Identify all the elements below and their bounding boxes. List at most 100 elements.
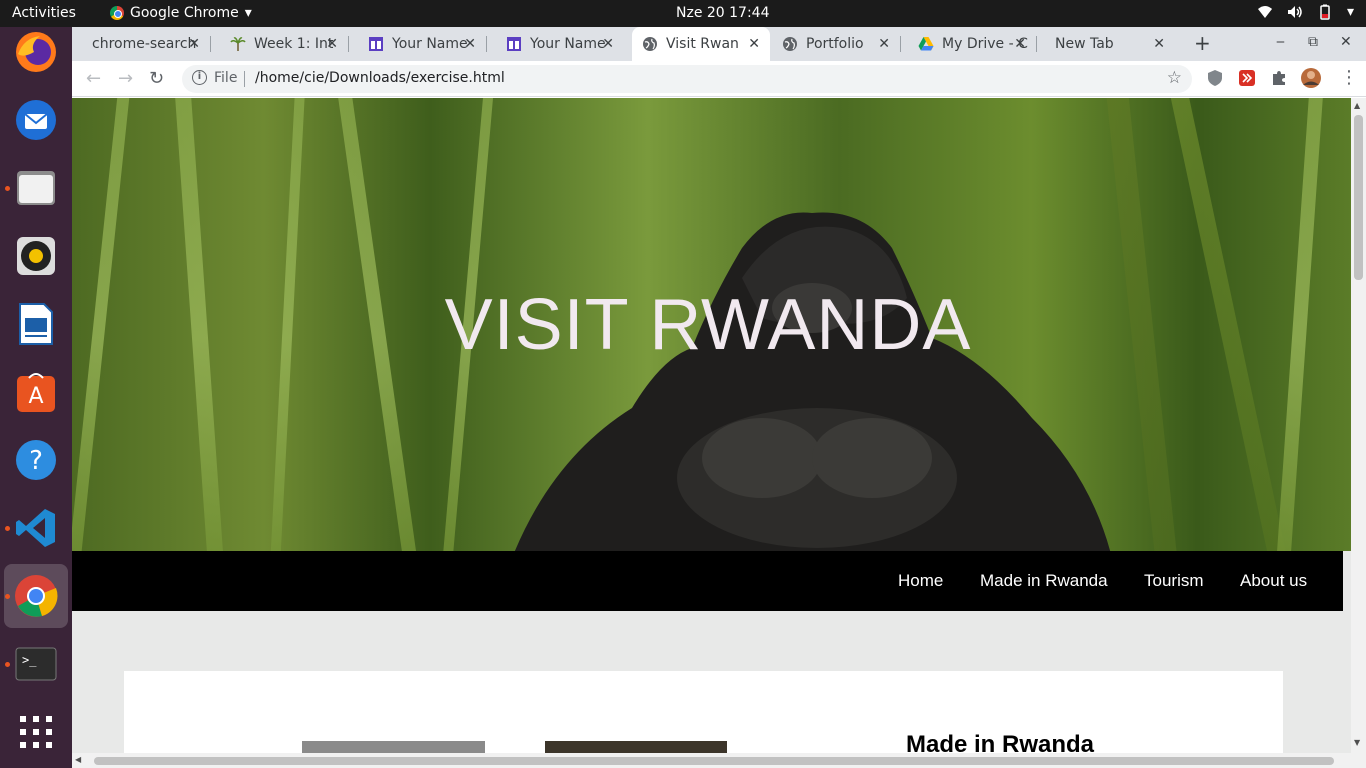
tab-visit-rwanda[interactable]: Visit Rwan ✕ <box>632 27 770 61</box>
drive-icon <box>918 37 934 51</box>
chrome-window: chrome-search ✕ Week 1: Int ✕ Your Name … <box>72 27 1366 768</box>
address-bar[interactable]: i File /home/cie/Downloads/exercise.html… <box>182 65 1192 93</box>
app-menu-label: Google Chrome <box>130 5 239 21</box>
url-text[interactable]: /home/cie/Downloads/exercise.html <box>255 70 505 86</box>
tab-divider <box>348 36 349 52</box>
close-icon[interactable]: ✕ <box>1153 36 1165 52</box>
close-icon[interactable]: ✕ <box>748 36 760 52</box>
nav-tourism-link[interactable]: Tourism <box>1144 571 1204 591</box>
tab-divider <box>900 36 901 52</box>
terminal-icon: >_ <box>15 647 57 681</box>
help-icon: ? <box>16 440 56 480</box>
minimize-button[interactable]: ‒ <box>1276 34 1285 50</box>
chrome-launcher[interactable] <box>11 571 61 621</box>
forward-button[interactable]: → <box>118 68 133 89</box>
close-icon[interactable]: ✕ <box>188 36 200 52</box>
nav-made-in-rwanda-link[interactable]: Made in Rwanda <box>980 571 1108 591</box>
help-launcher[interactable]: ? <box>11 435 61 485</box>
battery-icon <box>1320 4 1330 20</box>
volume-icon <box>1287 6 1302 18</box>
show-apps-icon <box>20 716 52 748</box>
vertical-scrollbar[interactable]: ▲ ▼ <box>1351 98 1366 768</box>
clock[interactable]: Nze 20 17:44 <box>676 5 770 21</box>
tab-divider <box>1036 36 1037 52</box>
running-indicator <box>5 526 10 531</box>
globe-icon <box>643 37 657 51</box>
terminal-launcher[interactable]: >_ <box>11 639 61 689</box>
scroll-down-arrow-icon[interactable]: ▼ <box>1354 738 1360 747</box>
running-indicator <box>5 594 10 599</box>
chrome-menu-button[interactable]: ⋮ <box>1340 67 1358 88</box>
tab-week1[interactable]: Week 1: Int ✕ <box>220 27 349 61</box>
running-indicator <box>5 186 10 191</box>
back-button[interactable]: ← <box>86 68 101 89</box>
firefox-icon <box>16 32 56 72</box>
tab-divider <box>486 36 487 52</box>
rhythmbox-icon <box>17 237 55 275</box>
thunderbird-icon <box>16 100 56 140</box>
vscode-launcher[interactable] <box>11 503 61 553</box>
files-launcher[interactable] <box>11 163 61 213</box>
tab-portfolio[interactable]: Portfolio ✕ <box>772 27 901 61</box>
dock: A ? >_ <box>0 27 72 768</box>
close-icon[interactable]: ✕ <box>1014 36 1026 52</box>
show-applications-button[interactable] <box>11 707 61 757</box>
shield-extension-icon[interactable] <box>1206 69 1224 87</box>
svg-text:A: A <box>28 384 43 409</box>
tab-strip: chrome-search ✕ Week 1: Int ✕ Your Name … <box>72 27 1366 61</box>
svg-text:?: ? <box>29 446 43 476</box>
hero-banner: VISIT RWANDA <box>72 98 1351 551</box>
url-scheme-label: File <box>214 70 238 86</box>
scroll-up-arrow-icon[interactable]: ▲ <box>1354 101 1360 110</box>
chrome-icon <box>110 6 124 20</box>
activities-button[interactable]: Activities <box>12 5 76 21</box>
libreoffice-impress-launcher[interactable] <box>11 299 61 349</box>
thunderbird-launcher[interactable] <box>11 95 61 145</box>
restore-button[interactable]: ⧉ <box>1308 34 1318 50</box>
tab-chrome-search[interactable]: chrome-search ✕ <box>82 27 211 61</box>
browser-toolbar: ← → ↻ i File /home/cie/Downloads/exercis… <box>72 61 1366 97</box>
firefox-launcher[interactable] <box>11 27 61 77</box>
globe-icon <box>783 37 797 51</box>
chevron-down-icon: ▾ <box>244 5 252 21</box>
libreoffice-impress-icon <box>19 303 53 345</box>
rhythmbox-launcher[interactable] <box>11 231 61 281</box>
tab-your-name-1[interactable]: Your Name ✕ <box>358 27 487 61</box>
chrome-icon <box>15 575 58 617</box>
profile-avatar-icon[interactable] <box>1300 67 1322 89</box>
palm-icon <box>230 37 246 51</box>
close-icon[interactable]: ✕ <box>326 36 338 52</box>
close-window-button[interactable]: ✕ <box>1340 34 1352 50</box>
tab-my-drive[interactable]: My Drive - C ✕ <box>908 27 1037 61</box>
tab-divider <box>210 36 211 52</box>
page-viewport: VISIT RWANDA Home Made in Rwanda Tourism… <box>72 98 1366 768</box>
bookmark-star-icon[interactable]: ☆ <box>1167 68 1182 88</box>
reload-button[interactable]: ↻ <box>149 68 164 89</box>
software-center-launcher[interactable]: A <box>11 367 61 417</box>
close-icon[interactable]: ✕ <box>878 36 890 52</box>
layout-icon <box>507 37 521 51</box>
vertical-scroll-thumb[interactable] <box>1354 115 1363 280</box>
new-tab-button[interactable]: + <box>1194 31 1211 55</box>
red-extension-icon[interactable] <box>1238 69 1256 87</box>
info-icon[interactable]: i <box>192 70 207 85</box>
extensions-puzzle-icon[interactable] <box>1270 69 1288 87</box>
system-tray[interactable]: ▾ <box>1257 4 1354 20</box>
app-menu[interactable]: Google Chrome ▾ <box>110 5 252 21</box>
nav-about-us-link[interactable]: About us <box>1240 571 1307 591</box>
horizontal-scroll-thumb[interactable] <box>94 757 1334 765</box>
wifi-icon <box>1257 6 1272 18</box>
close-icon[interactable]: ✕ <box>464 36 476 52</box>
close-icon[interactable]: ✕ <box>602 36 614 52</box>
tab-new-tab[interactable]: New Tab ✕ <box>1045 27 1175 61</box>
tab-your-name-2[interactable]: Your Name ✕ <box>496 27 624 61</box>
software-center-icon: A <box>17 373 55 412</box>
horizontal-scrollbar[interactable]: ◀ <box>72 753 1351 768</box>
nav-home-link[interactable]: Home <box>898 571 943 591</box>
chevron-down-icon: ▾ <box>1346 4 1354 20</box>
svg-text:>_: >_ <box>22 653 37 667</box>
gnome-top-bar: Activities Google Chrome ▾ Nze 20 17:44 … <box>0 0 1366 27</box>
files-icon <box>17 171 55 205</box>
vscode-icon <box>16 509 55 547</box>
scroll-left-arrow-icon[interactable]: ◀ <box>75 755 81 764</box>
